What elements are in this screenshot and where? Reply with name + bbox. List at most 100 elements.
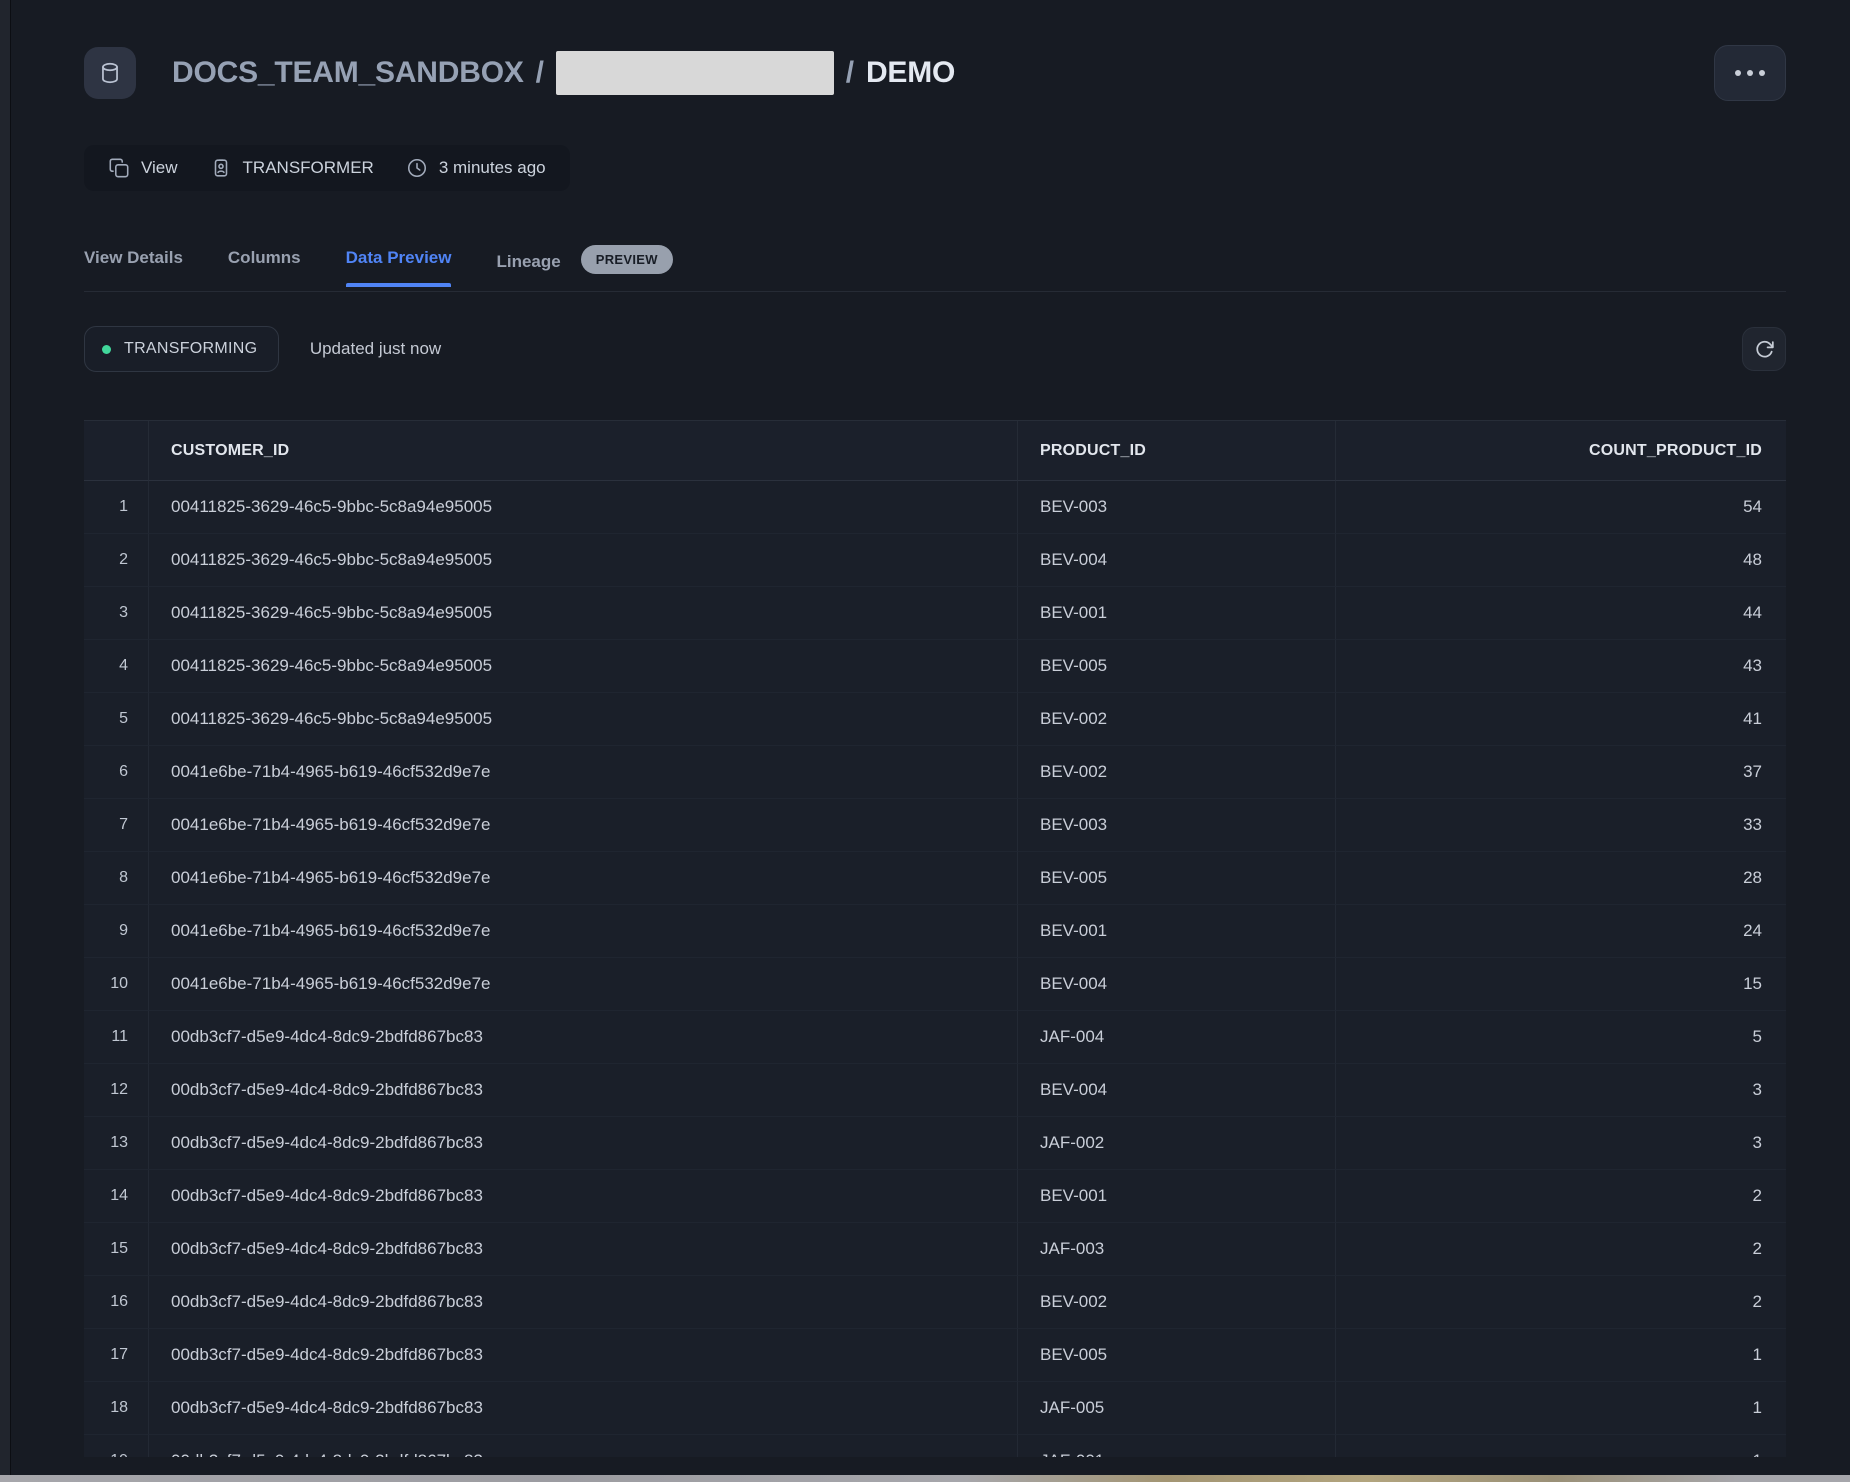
- row-number: 18: [84, 1382, 148, 1435]
- table-row: 1100db3cf7-d5e9-4dc4-8dc9-2bdfd867bc83JA…: [84, 1011, 1786, 1064]
- row-number: 17: [84, 1329, 148, 1382]
- table-row: 60041e6be-71b4-4965-b619-46cf532d9e7eBEV…: [84, 746, 1786, 799]
- row-number: 16: [84, 1276, 148, 1329]
- updated-text: Updated just now: [310, 327, 441, 371]
- product-id-cell: JAF-003: [1017, 1223, 1335, 1276]
- count-cell: 43: [1335, 640, 1786, 693]
- product-id-cell: BEV-001: [1017, 1170, 1335, 1223]
- product-id-cell: BEV-002: [1017, 693, 1335, 746]
- object-type: View: [108, 157, 178, 179]
- tab-data-preview[interactable]: Data Preview: [346, 247, 452, 287]
- object-type-label: View: [141, 158, 178, 178]
- window-left-edge: [0, 0, 11, 1482]
- table-header-row: CUSTOMER_IDPRODUCT_IDCOUNT_PRODUCT_ID: [84, 421, 1786, 481]
- count-cell: 33: [1335, 799, 1786, 852]
- customer-id-cell: 00411825-3629-46c5-9bbc-5c8a94e95005: [148, 693, 1017, 746]
- breadcrumb-object-name: DEMO: [866, 56, 955, 90]
- row-number: 12: [84, 1064, 148, 1117]
- refresh-button[interactable]: [1742, 327, 1786, 371]
- row-number: 7: [84, 799, 148, 852]
- table-row: 70041e6be-71b4-4965-b619-46cf532d9e7eBEV…: [84, 799, 1786, 852]
- customer-id-cell: 00db3cf7-d5e9-4dc4-8dc9-2bdfd867bc83: [148, 1170, 1017, 1223]
- redacted-schema-name: [556, 51, 834, 95]
- count-cell: 3: [1335, 1064, 1786, 1117]
- table-row: 80041e6be-71b4-4965-b619-46cf532d9e7eBEV…: [84, 852, 1786, 905]
- table-row: 400411825-3629-46c5-9bbc-5c8a94e95005BEV…: [84, 640, 1786, 693]
- count-cell: 37: [1335, 746, 1786, 799]
- object-tag: TRANSFORMER: [210, 157, 374, 179]
- row-number: 1: [84, 481, 148, 534]
- horizontal-scrollbar[interactable]: [0, 1475, 1850, 1482]
- product-id-cell: JAF-002: [1017, 1117, 1335, 1170]
- customer-id-cell: 0041e6be-71b4-4965-b619-46cf532d9e7e: [148, 852, 1017, 905]
- product-id-cell: JAF-004: [1017, 1011, 1335, 1064]
- clock-icon: [406, 157, 428, 179]
- table-row: 1800db3cf7-d5e9-4dc4-8dc9-2bdfd867bc83JA…: [84, 1382, 1786, 1435]
- count-cell: 1: [1335, 1435, 1786, 1457]
- count-cell: 44: [1335, 587, 1786, 640]
- status-row: TRANSFORMING Updated just now: [84, 326, 1786, 372]
- tab-view-details[interactable]: View Details: [84, 247, 183, 287]
- product-id-cell: BEV-004: [1017, 1064, 1335, 1117]
- product-id-cell: BEV-005: [1017, 852, 1335, 905]
- row-number: 3: [84, 587, 148, 640]
- customer-id-cell: 00411825-3629-46c5-9bbc-5c8a94e95005: [148, 640, 1017, 693]
- customer-id-cell: 00db3cf7-d5e9-4dc4-8dc9-2bdfd867bc83: [148, 1064, 1017, 1117]
- customer-id-cell: 0041e6be-71b4-4965-b619-46cf532d9e7e: [148, 799, 1017, 852]
- product-id-cell: BEV-002: [1017, 746, 1335, 799]
- column-header-count_product_id: COUNT_PRODUCT_ID: [1335, 421, 1786, 481]
- customer-id-cell: 00411825-3629-46c5-9bbc-5c8a94e95005: [148, 481, 1017, 534]
- view-layers-icon: [108, 157, 130, 179]
- tab-label: Lineage: [496, 251, 560, 273]
- count-cell: 2: [1335, 1276, 1786, 1329]
- customer-id-cell: 00db3cf7-d5e9-4dc4-8dc9-2bdfd867bc83: [148, 1223, 1017, 1276]
- customer-id-cell: 00411825-3629-46c5-9bbc-5c8a94e95005: [148, 534, 1017, 587]
- table-row: 1400db3cf7-d5e9-4dc4-8dc9-2bdfd867bc83BE…: [84, 1170, 1786, 1223]
- product-id-cell: BEV-001: [1017, 905, 1335, 958]
- tab-lineage[interactable]: Lineage PREVIEW: [496, 247, 672, 294]
- row-number: 19: [84, 1435, 148, 1457]
- more-options-button[interactable]: [1714, 45, 1786, 101]
- object-header: DOCS_TEAM_SANDBOX / / DEMO: [84, 45, 1786, 101]
- table-row: 100411825-3629-46c5-9bbc-5c8a94e95005BEV…: [84, 481, 1786, 534]
- product-id-cell: BEV-004: [1017, 958, 1335, 1011]
- count-cell: 2: [1335, 1170, 1786, 1223]
- data-preview-table[interactable]: CUSTOMER_IDPRODUCT_IDCOUNT_PRODUCT_ID 10…: [84, 420, 1786, 1457]
- table-row: 500411825-3629-46c5-9bbc-5c8a94e95005BEV…: [84, 693, 1786, 746]
- status-label: TRANSFORMING: [124, 340, 257, 358]
- count-cell: 5: [1335, 1011, 1786, 1064]
- tab-label: Data Preview: [346, 247, 452, 269]
- row-number: 4: [84, 640, 148, 693]
- ellipsis-icon: [1735, 70, 1741, 76]
- app-window: DOCS_TEAM_SANDBOX / / DEMO Vi: [0, 0, 1850, 1482]
- row-number: 9: [84, 905, 148, 958]
- table-row: 1500db3cf7-d5e9-4dc4-8dc9-2bdfd867bc83JA…: [84, 1223, 1786, 1276]
- count-cell: 28: [1335, 852, 1786, 905]
- row-number: 6: [84, 746, 148, 799]
- database-icon: [97, 60, 123, 86]
- tabs: View Details Columns Data Preview Lineage PR…: [84, 247, 673, 294]
- count-cell: 24: [1335, 905, 1786, 958]
- status-badge: TRANSFORMING: [84, 326, 279, 372]
- row-number: 2: [84, 534, 148, 587]
- row-number: 11: [84, 1011, 148, 1064]
- table-row: 1900db3cf7-d5e9-4dc4-8dc9-2bdfd867bc83JA…: [84, 1435, 1786, 1457]
- count-cell: 15: [1335, 958, 1786, 1011]
- breadcrumb-database: DOCS_TEAM_SANDBOX: [172, 56, 524, 90]
- refresh-icon: [1754, 339, 1775, 360]
- preview-badge: PREVIEW: [581, 245, 673, 274]
- product-id-cell: BEV-004: [1017, 534, 1335, 587]
- customer-id-cell: 00db3cf7-d5e9-4dc4-8dc9-2bdfd867bc83: [148, 1011, 1017, 1064]
- product-id-cell: BEV-002: [1017, 1276, 1335, 1329]
- customer-id-cell: 0041e6be-71b4-4965-b619-46cf532d9e7e: [148, 746, 1017, 799]
- product-id-cell: BEV-005: [1017, 1329, 1335, 1382]
- breadcrumb: DOCS_TEAM_SANDBOX / / DEMO: [172, 51, 955, 95]
- customer-id-cell: 00db3cf7-d5e9-4dc4-8dc9-2bdfd867bc83: [148, 1435, 1017, 1457]
- tab-columns[interactable]: Columns: [228, 247, 301, 287]
- last-updated-label: 3 minutes ago: [439, 158, 546, 178]
- product-id-cell: BEV-003: [1017, 799, 1335, 852]
- count-cell: 1: [1335, 1329, 1786, 1382]
- row-number: 8: [84, 852, 148, 905]
- last-updated: 3 minutes ago: [406, 157, 546, 179]
- breadcrumb-separator: /: [846, 56, 854, 90]
